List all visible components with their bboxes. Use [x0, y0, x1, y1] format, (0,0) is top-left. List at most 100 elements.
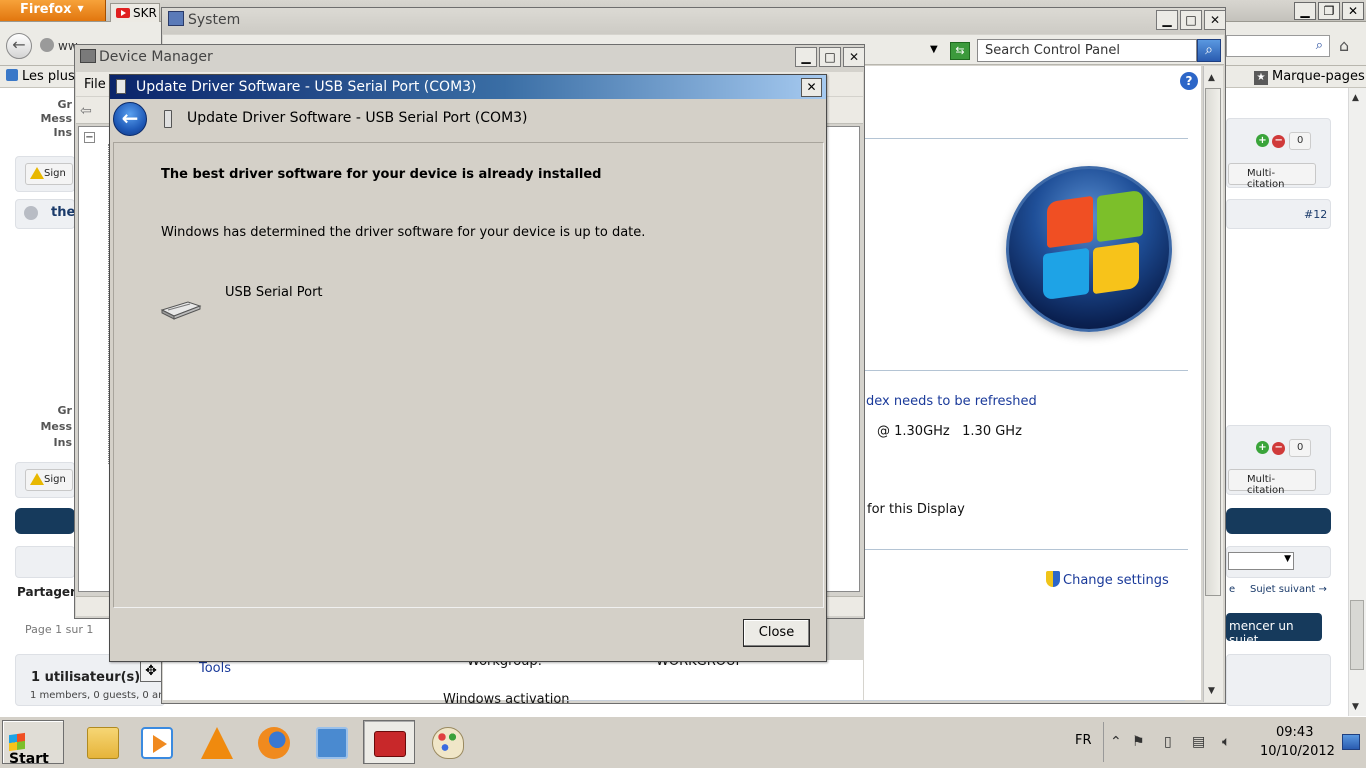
system-scroll-thumb[interactable] — [1205, 88, 1221, 596]
bookmarks-menu[interactable]: ★ Marque-pages — [1254, 69, 1365, 85]
divider — [565, 700, 1185, 701]
chevron-up-icon[interactable]: ⌃ — [1110, 734, 1122, 750]
scroll-up-icon[interactable]: ▲ — [1352, 93, 1359, 103]
minimize-button[interactable]: ▁ — [795, 47, 817, 67]
bookmark-label: Les plus — [22, 69, 75, 84]
toolbox-icon — [374, 731, 406, 757]
bookmarks-menu-label: Marque-pages — [1272, 69, 1365, 84]
url-bar[interactable]: ⌕ — [1226, 35, 1330, 57]
taskbar-device-manager[interactable] — [363, 720, 415, 764]
restore-button[interactable]: ❐ — [1318, 2, 1340, 20]
online-users-count: 1 utilisateur(s) — [31, 670, 141, 685]
divider — [864, 370, 1188, 371]
multi-quote-label: Multi-citation — [1247, 168, 1285, 190]
tools-link[interactable]: Tools — [199, 661, 231, 676]
close-icon[interactable]: ✕ — [801, 78, 822, 97]
vote-count: 0 — [1289, 132, 1312, 150]
volume-icon[interactable]: 🔈︎ — [1222, 734, 1230, 750]
close-button[interactable]: ✕ — [1342, 2, 1364, 20]
back-arrow-icon[interactable]: ⇦ — [80, 103, 92, 119]
post-user-info-2: Gr Mess Ins — [40, 403, 72, 451]
home-icon[interactable]: ⌂ — [1339, 36, 1349, 55]
jump-to-select[interactable]: ▼ — [1228, 552, 1294, 570]
scroll-up-icon[interactable]: ▲ — [1208, 73, 1215, 83]
browser-tab-label: SKR — [133, 6, 157, 20]
battery-icon[interactable]: ▯ — [1164, 734, 1172, 750]
index-refresh-link[interactable]: dex needs to be refreshed — [866, 394, 1037, 409]
minimize-button[interactable]: ▁ — [1294, 2, 1316, 20]
page-scroll-thumb[interactable] — [1350, 600, 1364, 670]
minus-icon[interactable]: − — [1272, 442, 1286, 455]
flag-icon[interactable]: ⚑ — [1132, 734, 1145, 750]
vote-count: 0 — [1289, 439, 1312, 457]
computer-icon — [168, 11, 184, 26]
taskbar-control-panel[interactable] — [305, 720, 357, 764]
logo-green-quadrant — [1097, 189, 1143, 243]
firefox-menu-button[interactable]: Firefox ▼ — [0, 0, 106, 21]
chevron-down-icon[interactable]: ▼ — [930, 44, 938, 55]
taskbar-media-player[interactable] — [130, 720, 182, 764]
user-joined-label: Ins — [53, 436, 72, 449]
divider — [864, 549, 1188, 550]
report-button-2[interactable]: Sign — [25, 469, 73, 491]
update-driver-title: Update Driver Software - USB Serial Port… — [136, 79, 477, 95]
refresh-icon[interactable]: ⇆ — [950, 42, 970, 60]
scroll-down-icon[interactable]: ▼ — [1208, 686, 1215, 696]
new-topic-button[interactable]: mencer un sujet — [1226, 613, 1322, 647]
tree-collapse-icon[interactable]: − — [84, 132, 95, 143]
taskbar-vlc[interactable] — [190, 720, 242, 764]
post-user-info-1: Gr Mess Ins — [40, 98, 72, 140]
bookmark-icon — [6, 69, 18, 81]
plus-icon[interactable]: + — [1256, 134, 1269, 147]
show-desktop-button[interactable] — [1342, 734, 1360, 750]
usb-device-icon — [116, 79, 126, 94]
result-heading: The best driver software for your device… — [161, 167, 602, 182]
minimize-button[interactable]: ▁ — [1156, 10, 1178, 30]
network-icon[interactable]: ▤ — [1192, 734, 1205, 750]
language-indicator[interactable]: FR — [1075, 733, 1092, 748]
change-settings-link[interactable]: Change settings — [1046, 571, 1169, 588]
taskbar-explorer[interactable] — [76, 720, 128, 764]
multi-quote-button-1[interactable]: Multi-citation — [1228, 163, 1316, 190]
taskbar-paint[interactable] — [421, 720, 473, 764]
post-number-link[interactable]: #12 — [1304, 208, 1327, 221]
warning-icon — [30, 167, 44, 179]
move-icon[interactable]: ✥ — [140, 660, 162, 682]
bookmark-most-visited[interactable]: Les plus — [6, 69, 75, 84]
close-button[interactable]: ✕ — [843, 47, 865, 67]
browser-tab[interactable]: SKR — [110, 3, 160, 22]
multi-quote-button-2[interactable]: Multi-citation — [1228, 469, 1316, 496]
user-group-label: Gr — [57, 404, 72, 417]
close-button[interactable]: ✕ — [1204, 10, 1226, 30]
minus-icon[interactable]: − — [1272, 135, 1286, 148]
menu-file[interactable]: File — [84, 77, 106, 92]
avatar — [24, 206, 38, 220]
start-button[interactable]: Start — [2, 720, 64, 767]
scroll-down-icon[interactable]: ▼ — [1352, 702, 1359, 712]
firefox-menu-label: Firefox — [20, 2, 72, 17]
clock-date[interactable]: 10/10/2012 — [1260, 744, 1335, 759]
search-icon[interactable]: ⌕ — [1197, 39, 1221, 62]
back-button[interactable]: ← — [6, 33, 32, 59]
taskbar-firefox[interactable] — [247, 720, 299, 764]
system-window-controls: ▁ □ ✕ — [1154, 10, 1226, 30]
prev-topic-link[interactable]: e — [1229, 584, 1235, 595]
activation-heading: Windows activation — [443, 692, 570, 707]
post-author-link[interactable]: the — [51, 205, 75, 220]
maximize-button[interactable]: □ — [1180, 10, 1202, 30]
who-is-online-box-right — [1226, 654, 1331, 706]
report-button-1[interactable]: Sign — [25, 163, 73, 185]
plus-icon[interactable]: + — [1256, 441, 1269, 454]
maximize-button[interactable]: □ — [819, 47, 841, 67]
logo-red-quadrant — [1047, 195, 1093, 249]
help-icon[interactable]: ? — [1180, 72, 1198, 90]
windows-logo — [1006, 166, 1172, 332]
close-button[interactable]: Close — [743, 619, 810, 647]
clock-time[interactable]: 09:43 — [1276, 725, 1313, 740]
control-panel-icon — [316, 727, 348, 759]
back-arrow-icon[interactable]: ← — [113, 102, 147, 136]
user-group-label: Gr — [57, 98, 72, 111]
next-topic-link[interactable]: Sujet suivant → — [1250, 584, 1327, 595]
share-label[interactable]: Partager — [17, 585, 76, 599]
search-control-panel-input[interactable]: Search Control Panel — [977, 39, 1197, 62]
